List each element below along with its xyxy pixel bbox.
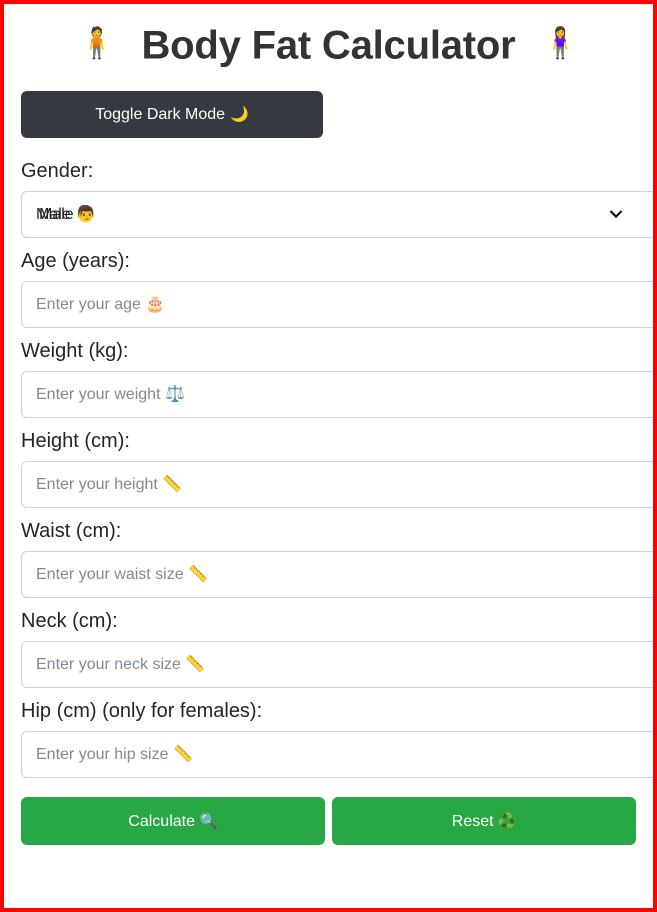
page-frame: 🧍 Body Fat Calculator 🧍‍♀️ Toggle Dark Mod…	[0, 0, 657, 912]
person-standing-emoji: 🧍	[78, 26, 116, 62]
height-input[interactable]	[21, 461, 653, 509]
gender-select[interactable]: Male 👨 Female 👩	[21, 191, 653, 239]
page-content: 🧍 Body Fat Calculator 🧍‍♀️ Toggle Dark Mod…	[4, 4, 653, 908]
gender-select-wrap: Male 👨 Female 👩 Male👨	[17, 191, 653, 239]
page-title: 🧍 Body Fat Calculator 🧍‍♀️	[17, 4, 640, 80]
reset-button[interactable]: Reset ♻️	[332, 797, 636, 846]
neck-label: Neck (cm):	[21, 610, 118, 633]
height-label: Height (cm):	[21, 430, 130, 453]
calculate-button[interactable]: Calculate 🔍	[21, 797, 325, 846]
waist-label: Waist (cm):	[21, 520, 122, 543]
magnifying-glass-icon: 🔍	[199, 812, 218, 831]
age-input[interactable]	[21, 281, 653, 329]
toggle-dark-mode-row: Toggle Dark Mode 🌙	[17, 80, 640, 139]
form-actions: Calculate 🔍 Reset ♻️	[17, 778, 640, 846]
crescent-moon-icon: 🌙	[230, 105, 249, 124]
hip-label: Hip (cm) (only for females):	[21, 700, 263, 723]
gender-label: Gender:	[21, 160, 94, 183]
recycle-icon: ♻️	[497, 812, 517, 831]
reset-button-label: Reset	[451, 813, 494, 831]
waist-input[interactable]	[21, 551, 653, 599]
neck-input[interactable]	[21, 641, 653, 689]
calculate-button-label: Calculate	[128, 813, 195, 831]
page-title-text: Body Fat Calculator	[141, 23, 516, 68]
hip-input[interactable]	[21, 731, 653, 779]
toggle-dark-mode-label: Toggle Dark Mode	[95, 106, 226, 124]
woman-standing-emoji: 🧍‍♀️	[541, 26, 579, 62]
weight-label: Weight (kg):	[21, 340, 129, 363]
age-label: Age (years):	[21, 250, 130, 273]
weight-input[interactable]	[21, 371, 653, 419]
toggle-dark-mode-button[interactable]: Toggle Dark Mode 🌙	[21, 91, 323, 139]
body-fat-form: Gender: Male 👨 Female 👩 Male👨 Age (years…	[17, 138, 653, 846]
